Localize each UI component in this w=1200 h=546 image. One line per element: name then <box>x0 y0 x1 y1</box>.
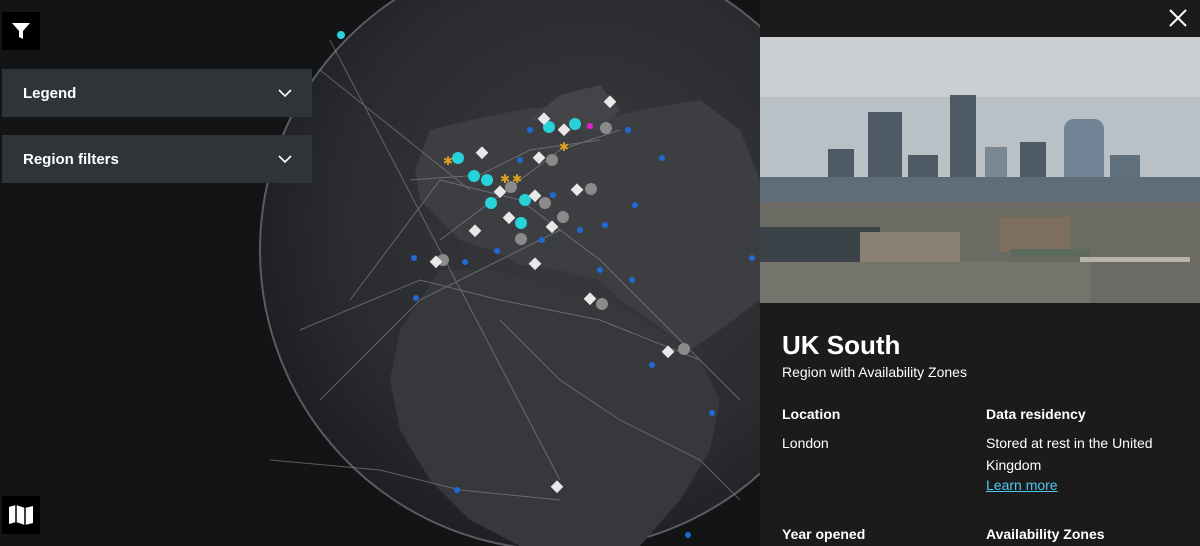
learn-more-link[interactable]: Learn more <box>986 477 1058 493</box>
svg-text:✱: ✱ <box>500 172 510 186</box>
region-title: UK South <box>782 330 901 360</box>
svg-text:✱: ✱ <box>443 154 453 168</box>
region-filters-accordion[interactable]: Region filters <box>2 135 312 183</box>
close-icon[interactable] <box>1166 6 1190 30</box>
location-label: Location <box>782 406 841 422</box>
chevron-down-icon <box>278 88 292 97</box>
map-view-button[interactable] <box>2 496 40 534</box>
selected-region-marker <box>587 123 593 129</box>
data-residency-label: Data residency <box>986 406 1086 422</box>
location-value: London <box>782 435 829 451</box>
data-residency-value: Stored at rest in the United Kingdom <box>986 435 1153 473</box>
map-icon <box>9 505 33 525</box>
globe-map[interactable]: ✱ ✱ ✱ ✱ Legend Region filters <box>0 0 760 546</box>
region-filters-label: Region filters <box>23 150 119 168</box>
year-opened-label: Year opened <box>782 526 866 542</box>
region-detail-panel: UK South Region with Availability Zones … <box>760 0 1200 546</box>
region-photo <box>760 37 1200 303</box>
svg-text:✱: ✱ <box>512 172 522 186</box>
filter-button[interactable] <box>2 12 40 50</box>
filter-icon <box>12 23 30 39</box>
chevron-down-icon <box>278 154 292 163</box>
legend-accordion[interactable]: Legend <box>2 69 312 117</box>
svg-text:✱: ✱ <box>559 140 569 154</box>
region-type: Region with Availability Zones <box>782 364 967 380</box>
availability-zones-label: Availability Zones <box>986 526 1105 542</box>
legend-label: Legend <box>23 84 77 102</box>
